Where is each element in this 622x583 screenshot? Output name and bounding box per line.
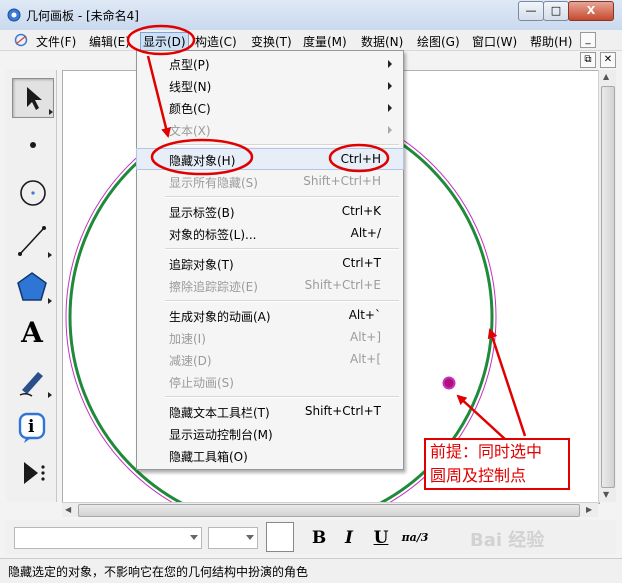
scroll-right-icon[interactable]: ▶ [586, 505, 592, 514]
text-a-icon: A [21, 316, 43, 349]
title-bar: 几何画板 - [未命名4] — □ X [0, 0, 622, 30]
status-text: 隐藏选定的对象，不影响它在您的几何结构中扮演的角色 [8, 565, 309, 579]
info-i-glyph: i [28, 417, 35, 437]
custom-tool[interactable] [12, 454, 52, 492]
tool-expand-icon [48, 252, 52, 258]
toolbox: A i [6, 70, 57, 502]
text-tool[interactable]: A [12, 314, 52, 352]
menu-help[interactable]: 帮助(H) [530, 33, 572, 50]
menu-item-point-style[interactable]: 点型(P) [137, 53, 403, 73]
chevron-down-icon [190, 535, 198, 540]
close-button[interactable]: X [568, 1, 614, 21]
tool-expand-icon [48, 392, 52, 398]
custom-tool-icon [24, 462, 45, 484]
menu-window[interactable]: 窗口(W) [472, 33, 517, 50]
annotation-note: 前提：同时选中 圆周及控制点 [424, 438, 570, 490]
menu-separator [165, 300, 399, 302]
menu-separator [165, 144, 399, 146]
menu-edit[interactable]: 编辑(E) [89, 33, 130, 50]
watermark: Bai 经验 [470, 530, 545, 551]
menu-item-line-style[interactable]: 线型(N) [137, 75, 403, 95]
minimize-button[interactable]: — [518, 1, 544, 21]
menu-graph[interactable]: 绘图(G) [417, 33, 460, 50]
menu-data[interactable]: 数据(N) [361, 33, 403, 50]
annotation-line-1: 前提：同时选中 [430, 442, 543, 461]
italic-button[interactable]: I [336, 526, 362, 550]
menu-item-hide-toolbox[interactable]: 隐藏工具箱(O) [137, 445, 403, 465]
mdi-minimize-button[interactable]: _ [580, 32, 596, 48]
menu-separator [165, 396, 399, 398]
control-point[interactable] [442, 376, 456, 390]
menu-item-color[interactable]: 颜色(C) [137, 97, 403, 117]
menu-item-show-labels[interactable]: 显示标签(B) Ctrl+K [137, 201, 403, 221]
document-icon[interactable] [14, 33, 28, 47]
menu-item-show-all-hidden: 显示所有隐藏(S) Shift+Ctrl+H [169, 174, 381, 190]
status-bar: 隐藏选定的对象，不影响它在您的几何结构中扮演的角色 [0, 558, 622, 583]
submenu-arrow-icon [388, 104, 392, 112]
menu-item-object-label[interactable]: 对象的标签(L)... Alt+/ [137, 223, 403, 243]
tool-expand-icon [49, 109, 53, 115]
maximize-button[interactable]: □ [543, 1, 569, 21]
horizontal-scroll-thumb[interactable] [78, 504, 580, 517]
circle-compass-icon [20, 180, 46, 206]
menu-measure[interactable]: 度量(M) [303, 33, 347, 50]
menu-construct[interactable]: 构造(C) [195, 33, 237, 50]
menu-transform[interactable]: 变换(T) [251, 33, 292, 50]
straightedge-tool[interactable] [12, 222, 52, 260]
bold-button[interactable]: B [306, 526, 332, 550]
scroll-up-icon[interactable]: ▲ [603, 72, 609, 81]
submenu-arrow-icon [388, 82, 392, 90]
menu-item-hide-objects[interactable]: 隐藏对象(H) Ctrl+H [136, 148, 404, 170]
arrow-cursor-icon [27, 87, 42, 110]
menu-item-stop-animation: 停止动画(S) [169, 376, 234, 390]
menu-item-hide-text-toolbar[interactable]: 隐藏文本工具栏(T) Shift+Ctrl+T [137, 401, 403, 421]
vertical-scrollbar[interactable]: ▲ ▼ [598, 70, 616, 502]
menu-bar: 文件(F) 编辑(E) 显示(D) 构造(C) 变换(T) 度量(M) 数据(N… [0, 30, 622, 51]
app-icon [7, 8, 21, 22]
mdi-close-button[interactable]: ✕ [600, 52, 616, 68]
menu-item-animate-objects[interactable]: 生成对象的动画(A) Alt+` [137, 305, 403, 325]
submenu-arrow-icon [388, 126, 392, 134]
line-segment-icon [18, 226, 46, 256]
display-menu: 点型(P) 线型(N) 颜色(C) 文本(X) 隐藏对象(H) Ctrl+H 显示… [136, 50, 404, 470]
math-format-button[interactable]: πa/3 [398, 526, 432, 550]
chevron-down-icon [246, 535, 254, 540]
menu-display[interactable]: 显示(D) [140, 32, 189, 51]
polygon-icon [17, 272, 47, 301]
marker-pen-icon [19, 372, 43, 397]
polygon-tool[interactable] [12, 268, 52, 306]
arrow-tool[interactable] [12, 78, 54, 118]
tool-expand-icon [48, 298, 52, 304]
point-tool[interactable] [12, 126, 52, 164]
scroll-left-icon[interactable]: ◀ [65, 505, 71, 514]
font-family-select[interactable] [14, 527, 202, 549]
menu-separator [165, 196, 399, 198]
compass-tool[interactable] [12, 174, 52, 212]
vertical-scroll-thumb[interactable] [601, 86, 615, 488]
marker-tool[interactable] [12, 362, 52, 400]
submenu-arrow-icon [388, 60, 392, 68]
menu-item-show-motion-controller[interactable]: 显示运动控制台(M) [137, 423, 403, 443]
annotation-line-2: 圆周及控制点 [430, 466, 527, 485]
menu-item-text: 文本(X) [137, 119, 403, 139]
information-tool[interactable]: i [12, 408, 52, 446]
menu-item-trace-object[interactable]: 追踪对象(T) Ctrl+T [137, 253, 403, 273]
underline-button[interactable]: U [368, 526, 394, 550]
menu-item-slow-down: 减速(D) Alt+[ [169, 352, 381, 368]
mdi-restore-button[interactable]: ⧉ [580, 52, 596, 68]
menu-file[interactable]: 文件(F) [36, 33, 76, 50]
window-title: 几何画板 - [未命名4] [26, 9, 139, 23]
horizontal-scrollbar[interactable]: ◀ ▶ [62, 502, 598, 517]
menu-item-speed-up: 加速(I) Alt+] [169, 330, 381, 346]
font-size-select[interactable] [208, 527, 258, 549]
scroll-down-icon[interactable]: ▼ [603, 490, 609, 499]
text-color-swatch[interactable] [266, 522, 294, 552]
menu-item-erase-traces: 擦除追踪踪迹(E) Shift+Ctrl+E [169, 278, 381, 294]
point-icon [30, 142, 36, 148]
menu-separator [165, 248, 399, 250]
